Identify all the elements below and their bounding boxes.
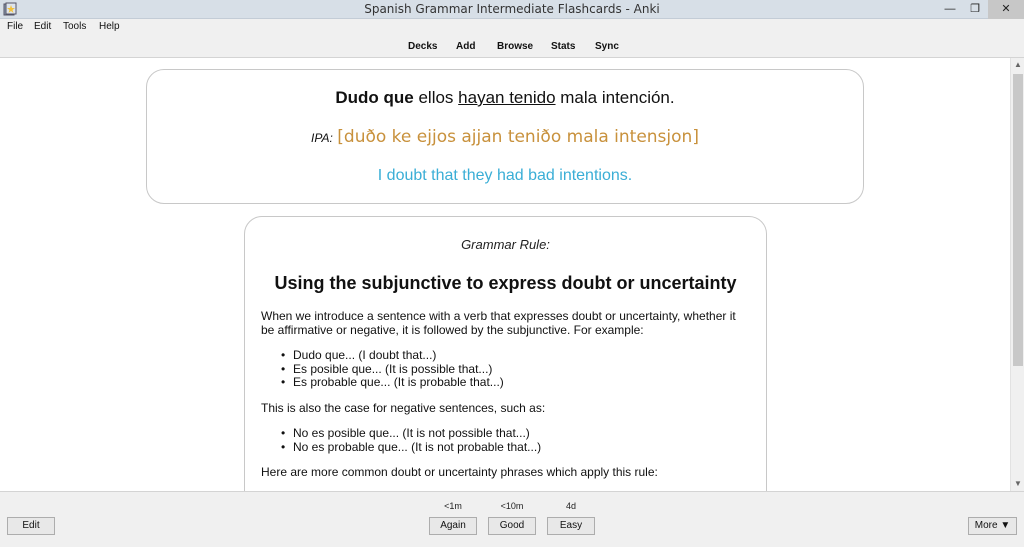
menu-help[interactable]: Help bbox=[99, 21, 120, 32]
good-interval: <10m bbox=[500, 501, 524, 511]
title-bar: Spanish Grammar Intermediate Flashcards … bbox=[0, 0, 1024, 19]
anki-window: Spanish Grammar Intermediate Flashcards … bbox=[0, 0, 1024, 547]
easy-button[interactable]: Easy bbox=[547, 517, 595, 535]
edit-button[interactable]: Edit bbox=[7, 517, 55, 535]
list-item: Dudo que... (I doubt that...) bbox=[281, 348, 504, 363]
good-button[interactable]: Good bbox=[488, 517, 536, 535]
sentence-text-1: ellos bbox=[413, 88, 459, 107]
toolbar-stats[interactable]: Stats bbox=[551, 41, 575, 52]
example-list: Dudo que... (I doubt that...) Es posible… bbox=[281, 348, 504, 390]
list-item: No es probable que... (It is not probabl… bbox=[281, 440, 541, 455]
grammar-rule-label: Grammar Rule: bbox=[461, 237, 550, 252]
sentence-underlined-part: hayan tenido bbox=[458, 88, 556, 107]
easy-interval: 4d bbox=[565, 501, 576, 511]
sentence-bold-part: Dudo que bbox=[335, 88, 414, 107]
scroll-up-arrow-icon[interactable]: ▲ bbox=[1011, 58, 1024, 72]
more-button[interactable]: More ▼ bbox=[968, 517, 1017, 535]
ipa-label: IPA: bbox=[311, 131, 333, 145]
spanish-sentence: Dudo que ellos hayan tenido mala intenci… bbox=[147, 88, 863, 108]
negative-example-list: No es posible que... (It is not possible… bbox=[281, 426, 541, 455]
menu-file[interactable]: File bbox=[7, 21, 23, 32]
toolbar-add[interactable]: Add bbox=[456, 41, 475, 52]
ipa-line: IPA: [duðo ke ejjos ajjan teniðo mala in… bbox=[147, 127, 863, 147]
main-toolbar: Decks Add Browse Stats Sync bbox=[0, 37, 1024, 58]
ipa-transcription: [duðo ke ejjos ajjan teniðo mala intensj… bbox=[337, 127, 699, 147]
again-interval: <1m bbox=[444, 501, 462, 511]
toolbar-sync[interactable]: Sync bbox=[595, 41, 619, 52]
list-item: Es probable que... (It is probable that.… bbox=[281, 375, 504, 390]
list-item: Es posible que... (It is possible that..… bbox=[281, 362, 504, 377]
window-title: Spanish Grammar Intermediate Flashcards … bbox=[364, 2, 660, 16]
scroll-thumb[interactable] bbox=[1013, 74, 1023, 366]
close-button[interactable]: ✕ bbox=[988, 0, 1024, 19]
grammar-rule-panel: Grammar Rule: Using the subjunctive to e… bbox=[244, 216, 767, 491]
maximize-button[interactable]: ❐ bbox=[964, 0, 986, 19]
sentence-text-2: mala intención. bbox=[555, 88, 675, 107]
menu-edit[interactable]: Edit bbox=[34, 21, 51, 32]
scroll-down-arrow-icon[interactable]: ▼ bbox=[1011, 477, 1024, 491]
negative-intro-paragraph: This is also the case for negative sente… bbox=[261, 401, 546, 415]
menu-tools[interactable]: Tools bbox=[63, 21, 86, 32]
english-translation: I doubt that they had bad intentions. bbox=[377, 167, 633, 184]
vertical-scrollbar[interactable]: ▲ ▼ bbox=[1010, 58, 1024, 491]
menu-bar: File Edit Tools Help bbox=[0, 19, 1024, 37]
more-phrases-paragraph: Here are more common doubt or uncertaint… bbox=[261, 465, 658, 479]
review-bottom-bar: Edit <1m Again <10m Good 4d Easy More ▼ bbox=[0, 491, 1024, 547]
minimize-button[interactable]: — bbox=[939, 0, 961, 19]
card-view: Dudo que ellos hayan tenido mala intenci… bbox=[0, 58, 1010, 491]
again-button[interactable]: Again bbox=[429, 517, 477, 535]
toolbar-decks[interactable]: Decks bbox=[408, 41, 437, 52]
list-item: No es posible que... (It is not possible… bbox=[281, 426, 541, 441]
grammar-rule-title: Using the subjunctive to express doubt o… bbox=[274, 273, 737, 293]
toolbar-browse[interactable]: Browse bbox=[497, 41, 533, 52]
rule-intro-paragraph: When we introduce a sentence with a verb… bbox=[261, 309, 736, 337]
card-front: Dudo que ellos hayan tenido mala intenci… bbox=[146, 69, 864, 204]
